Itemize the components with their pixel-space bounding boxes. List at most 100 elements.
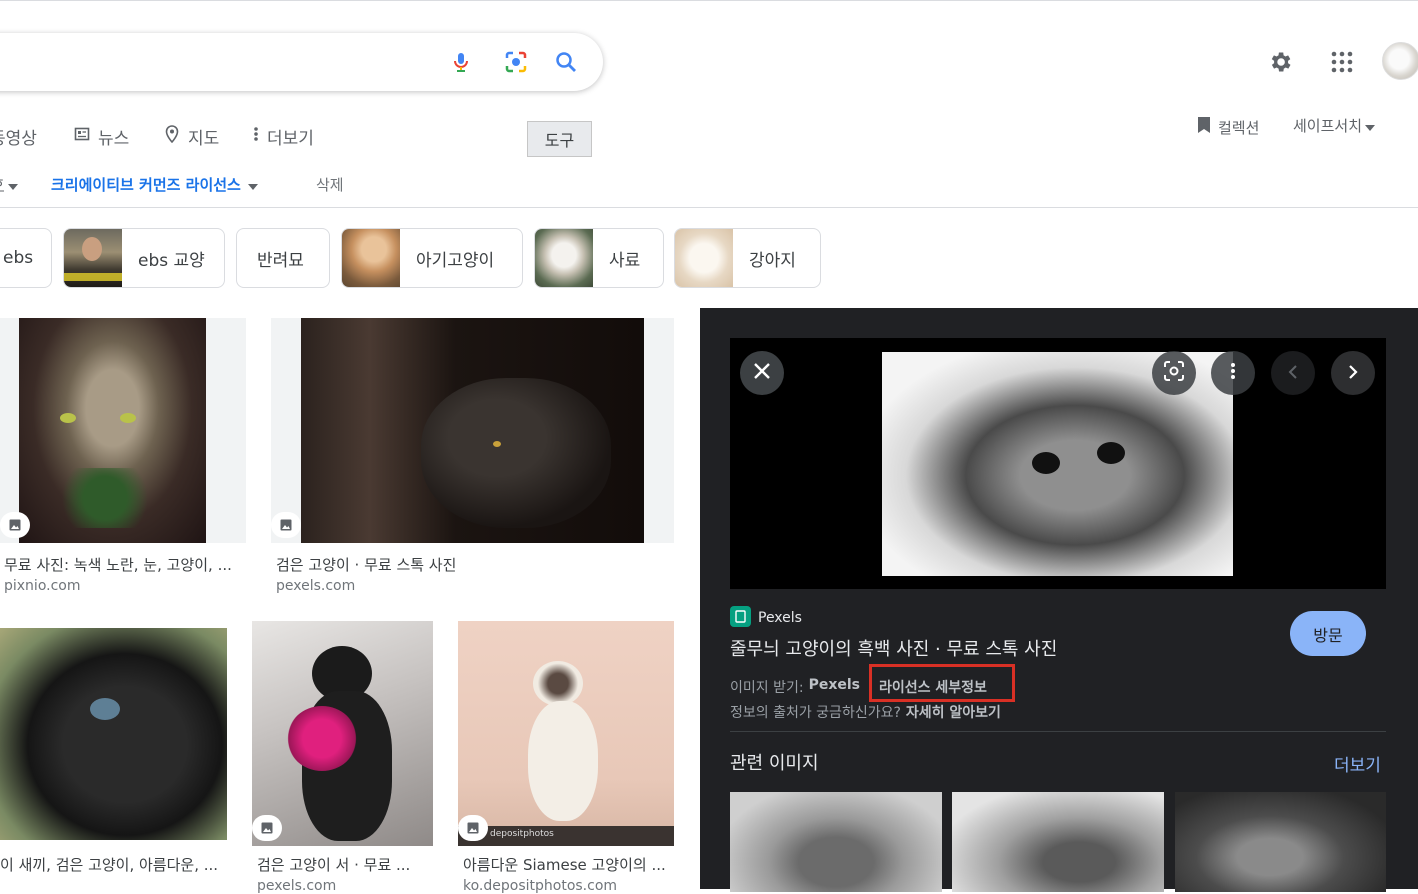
result-caption: 아름다운 Siamese 고양이의 ...	[463, 856, 666, 874]
chip-pet-cat[interactable]: 반려묘	[236, 228, 330, 288]
lens-icon	[1163, 360, 1185, 386]
image-result[interactable]: 검은 고양이 서 · 무료 ... pexels.com	[252, 621, 433, 894]
news-icon	[74, 126, 90, 147]
close-icon	[753, 362, 771, 384]
chip-label: ebs 교양	[138, 250, 205, 271]
preview-title[interactable]: 줄무늬 고양이의 흑백 사진 · 무료 스톡 사진	[730, 635, 1057, 661]
previous-button[interactable]	[1271, 351, 1315, 395]
chip-thumbnail	[675, 229, 733, 287]
caret-down-icon	[1365, 117, 1376, 135]
chip-label: ebs	[3, 248, 34, 268]
visit-button[interactable]: 방문	[1290, 611, 1366, 656]
panel-divider	[730, 731, 1386, 732]
image-result[interactable]: 검은 고양이 · 무료 스톡 사진 pexels.com	[271, 318, 674, 598]
result-source: pexels.com	[276, 578, 356, 594]
chip-ebs[interactable]: ebs	[0, 228, 52, 288]
collections-label: 컬렉션	[1218, 118, 1260, 137]
safesearch-dropdown[interactable]: 세이프서치	[1293, 115, 1376, 136]
tools-button[interactable]: 도구	[527, 121, 592, 157]
caret-down-icon	[247, 176, 258, 194]
chip-label: 사료	[609, 250, 641, 271]
image-result[interactable]: 이 새끼, 검은 고양이, 아름다운, ...	[0, 628, 227, 889]
chip-puppy[interactable]: 강아지	[674, 228, 821, 288]
related-images-heading: 관련 이미지	[730, 753, 819, 774]
camera-lens-icon[interactable]	[496, 33, 536, 91]
clear-filters-link[interactable]: 삭제	[316, 174, 344, 195]
tab-more[interactable]: 더보기	[253, 124, 314, 149]
header-divider	[0, 207, 1418, 208]
caret-down-icon	[8, 176, 18, 194]
apps-grid-icon[interactable]	[1324, 44, 1360, 80]
source-name[interactable]: Pexels	[758, 610, 802, 626]
lens-search-button[interactable]	[1152, 351, 1196, 395]
chip-thumbnail	[535, 229, 593, 287]
avatar[interactable]	[1382, 42, 1418, 80]
chip-label: 반려묘	[257, 250, 304, 271]
result-caption: 검은 고양이 서 · 무료 ...	[257, 856, 411, 874]
filter-partial-label: 한	[0, 174, 4, 195]
result-image: depositphotos	[458, 621, 674, 846]
tab-label: 더보기	[267, 129, 314, 149]
learn-more-link[interactable]: 자세히 알아보기	[906, 702, 1001, 722]
license-filter-dropdown[interactable]: 크리에이티브 커먼즈 라이선스	[51, 174, 258, 195]
tab-maps[interactable]: 지도	[164, 124, 219, 149]
image-credit: 이미지 받기: Pexels	[730, 677, 860, 697]
tab-label: 동영상	[0, 129, 37, 149]
filter-partial-dropdown[interactable]: 한	[0, 174, 18, 195]
related-image[interactable]	[730, 792, 942, 892]
image-badge-icon	[458, 815, 488, 841]
chip-thumbnail	[342, 229, 400, 287]
get-image-source-link[interactable]: Pexels	[809, 677, 860, 697]
tab-videos[interactable]: 동영상	[0, 124, 37, 149]
more-options-button[interactable]	[1211, 351, 1255, 395]
result-caption: 무료 사진: 녹색 노란, 눈, 고양이, ...	[4, 556, 232, 574]
result-source: pexels.com	[257, 878, 337, 894]
chip-label: 아기고양이	[416, 250, 495, 271]
microphone-icon[interactable]	[441, 33, 481, 91]
get-image-prefix: 이미지 받기:	[730, 680, 804, 696]
search-icon[interactable]	[546, 33, 586, 91]
more-vert-icon	[253, 126, 259, 147]
chip-ebs-culture[interactable]: ebs 교양	[63, 228, 225, 288]
license-filter-label: 크리에이티브 커먼즈 라이선스	[51, 176, 241, 194]
search-input[interactable]	[10, 47, 430, 77]
result-image	[0, 318, 246, 543]
safesearch-label: 세이프서치	[1293, 117, 1363, 135]
chevron-right-icon	[1348, 364, 1358, 383]
result-caption: 검은 고양이 · 무료 스톡 사진	[276, 556, 457, 574]
tab-label: 지도	[188, 129, 220, 149]
result-caption: 이 새끼, 검은 고양이, 아름다운, ...	[0, 856, 219, 874]
top-border	[0, 0, 1418, 1]
chip-kitten[interactable]: 아기고양이	[341, 228, 523, 288]
image-result[interactable]: 무료 사진: 녹색 노란, 눈, 고양이, ... pixnio.com	[0, 318, 246, 598]
license-details-link[interactable]: 라이선스 세부정보	[879, 677, 987, 697]
result-image	[271, 318, 674, 543]
close-button[interactable]	[740, 351, 784, 395]
watermark-text: depositphotos	[490, 829, 554, 839]
info-prefix: 정보의 출처가 궁금하신가요?	[730, 705, 901, 721]
result-image	[252, 621, 433, 846]
related-image[interactable]	[1175, 792, 1386, 892]
image-badge-icon	[271, 512, 301, 538]
chip-label: 강아지	[749, 250, 796, 271]
chevron-left-icon	[1288, 364, 1298, 383]
bookmark-icon	[1196, 115, 1212, 139]
result-source: ko.depositphotos.com	[463, 878, 618, 894]
tab-news[interactable]: 뉴스	[74, 124, 129, 149]
search-bar[interactable]	[0, 33, 603, 91]
result-source: pixnio.com	[4, 578, 81, 594]
source-info: 정보의 출처가 궁금하신가요? 자세히 알아보기	[730, 702, 1001, 722]
result-image	[0, 628, 227, 840]
related-image[interactable]	[952, 792, 1164, 892]
next-button[interactable]	[1331, 351, 1375, 395]
more-related-link[interactable]: 더보기	[1334, 751, 1381, 776]
gear-icon[interactable]	[1262, 44, 1298, 80]
pexels-logo-icon	[730, 606, 751, 627]
chip-thumbnail	[64, 229, 122, 287]
more-vert-icon	[1230, 362, 1236, 384]
chip-cat-food[interactable]: 사료	[534, 228, 664, 288]
map-pin-icon	[164, 125, 180, 148]
image-badge-icon	[252, 815, 282, 841]
collections-link[interactable]: 컬렉션	[1196, 115, 1259, 139]
image-result[interactable]: depositphotos 아름다운 Siamese 고양이의 ... ko.d…	[458, 621, 674, 894]
